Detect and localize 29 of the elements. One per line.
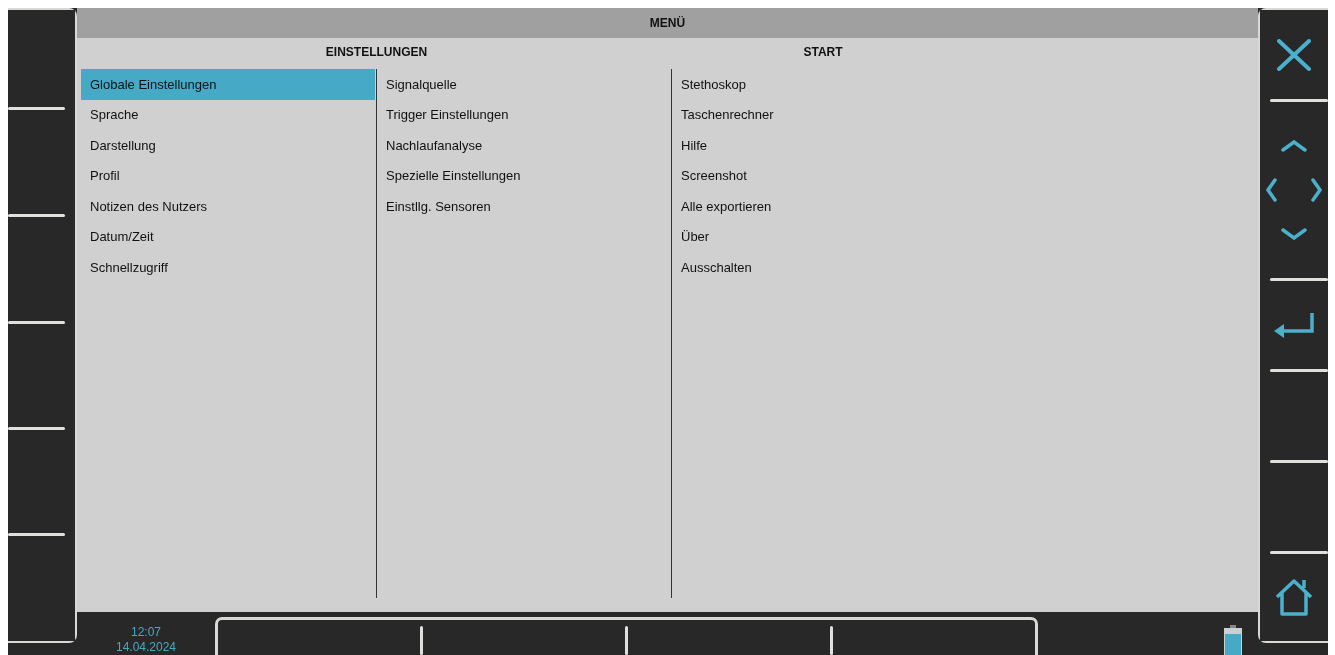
section-heading: START bbox=[802, 44, 844, 61]
enter-icon bbox=[1273, 311, 1315, 338]
menu-item[interactable]: Globale Einstellungen bbox=[81, 69, 375, 100]
menu-item[interactable]: Signalquelle bbox=[377, 69, 670, 100]
menu-item[interactable]: Ausschalten bbox=[672, 252, 973, 283]
menu-item[interactable]: Über bbox=[672, 221, 973, 252]
menu-item[interactable]: Datum/Zeit bbox=[81, 221, 375, 252]
menu-item[interactable]: Spezielle Einstellungen bbox=[377, 160, 670, 191]
menu-item[interactable]: Taschenrechner bbox=[672, 99, 973, 130]
menu-item[interactable]: Einstllg. Sensoren bbox=[377, 191, 670, 222]
menu-item[interactable]: Trigger Einstellungen bbox=[377, 99, 670, 130]
menu-item[interactable]: Darstellung bbox=[81, 130, 375, 161]
menu-item[interactable]: Notizen des Nutzers bbox=[81, 191, 375, 222]
clock-time: 12:07 bbox=[131, 625, 161, 640]
menu-item[interactable]: Profil bbox=[81, 160, 375, 191]
close-icon bbox=[1276, 38, 1312, 71]
menu-item[interactable]: Screenshot bbox=[672, 160, 973, 191]
menu-item[interactable]: Stethoskop bbox=[672, 69, 973, 100]
menu-item[interactable]: Nachlaufanalyse bbox=[377, 130, 670, 161]
navigation-arrows-icon bbox=[1266, 140, 1322, 241]
menu-item[interactable]: Schnellzugriff bbox=[81, 252, 375, 283]
home-icon bbox=[1274, 578, 1314, 617]
menu-item[interactable]: Sprache bbox=[81, 99, 375, 130]
section-heading: EINSTELLUNGEN bbox=[324, 44, 429, 61]
menu-item[interactable]: Alle exportieren bbox=[672, 191, 973, 222]
battery-icon bbox=[1224, 625, 1242, 655]
window-title: MENÜ bbox=[77, 8, 1258, 38]
clock-date: 14.04.2024 bbox=[115, 640, 177, 655]
menu-item[interactable]: Hilfe bbox=[672, 130, 973, 161]
